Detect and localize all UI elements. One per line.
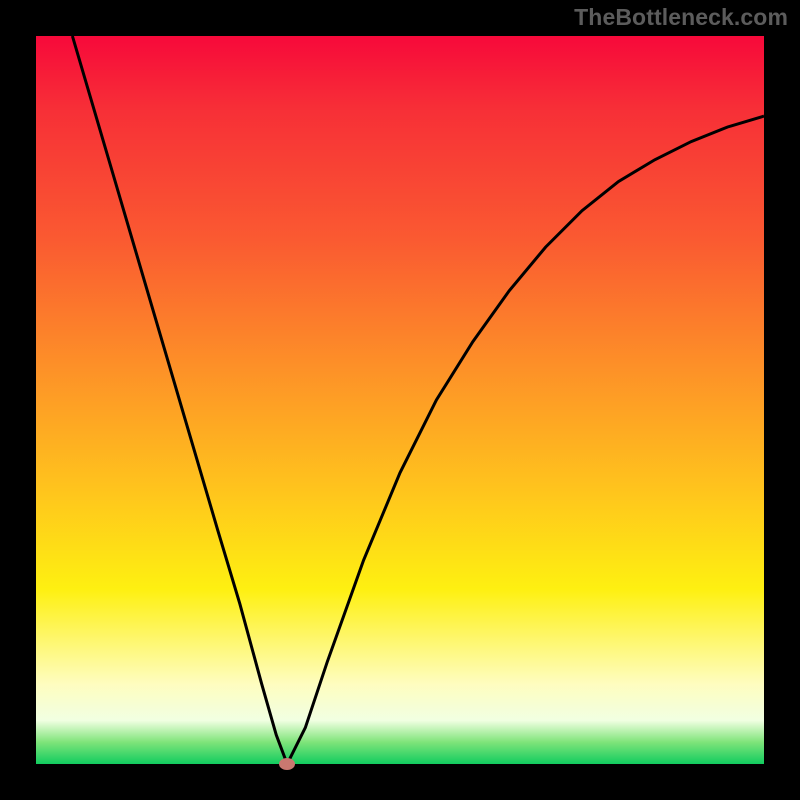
bottleneck-curve xyxy=(36,36,764,764)
optimum-marker xyxy=(279,758,295,770)
watermark-label: TheBottleneck.com xyxy=(574,4,788,31)
plot-area xyxy=(36,36,764,764)
curve-path xyxy=(72,36,764,764)
chart-frame: TheBottleneck.com xyxy=(0,0,800,800)
